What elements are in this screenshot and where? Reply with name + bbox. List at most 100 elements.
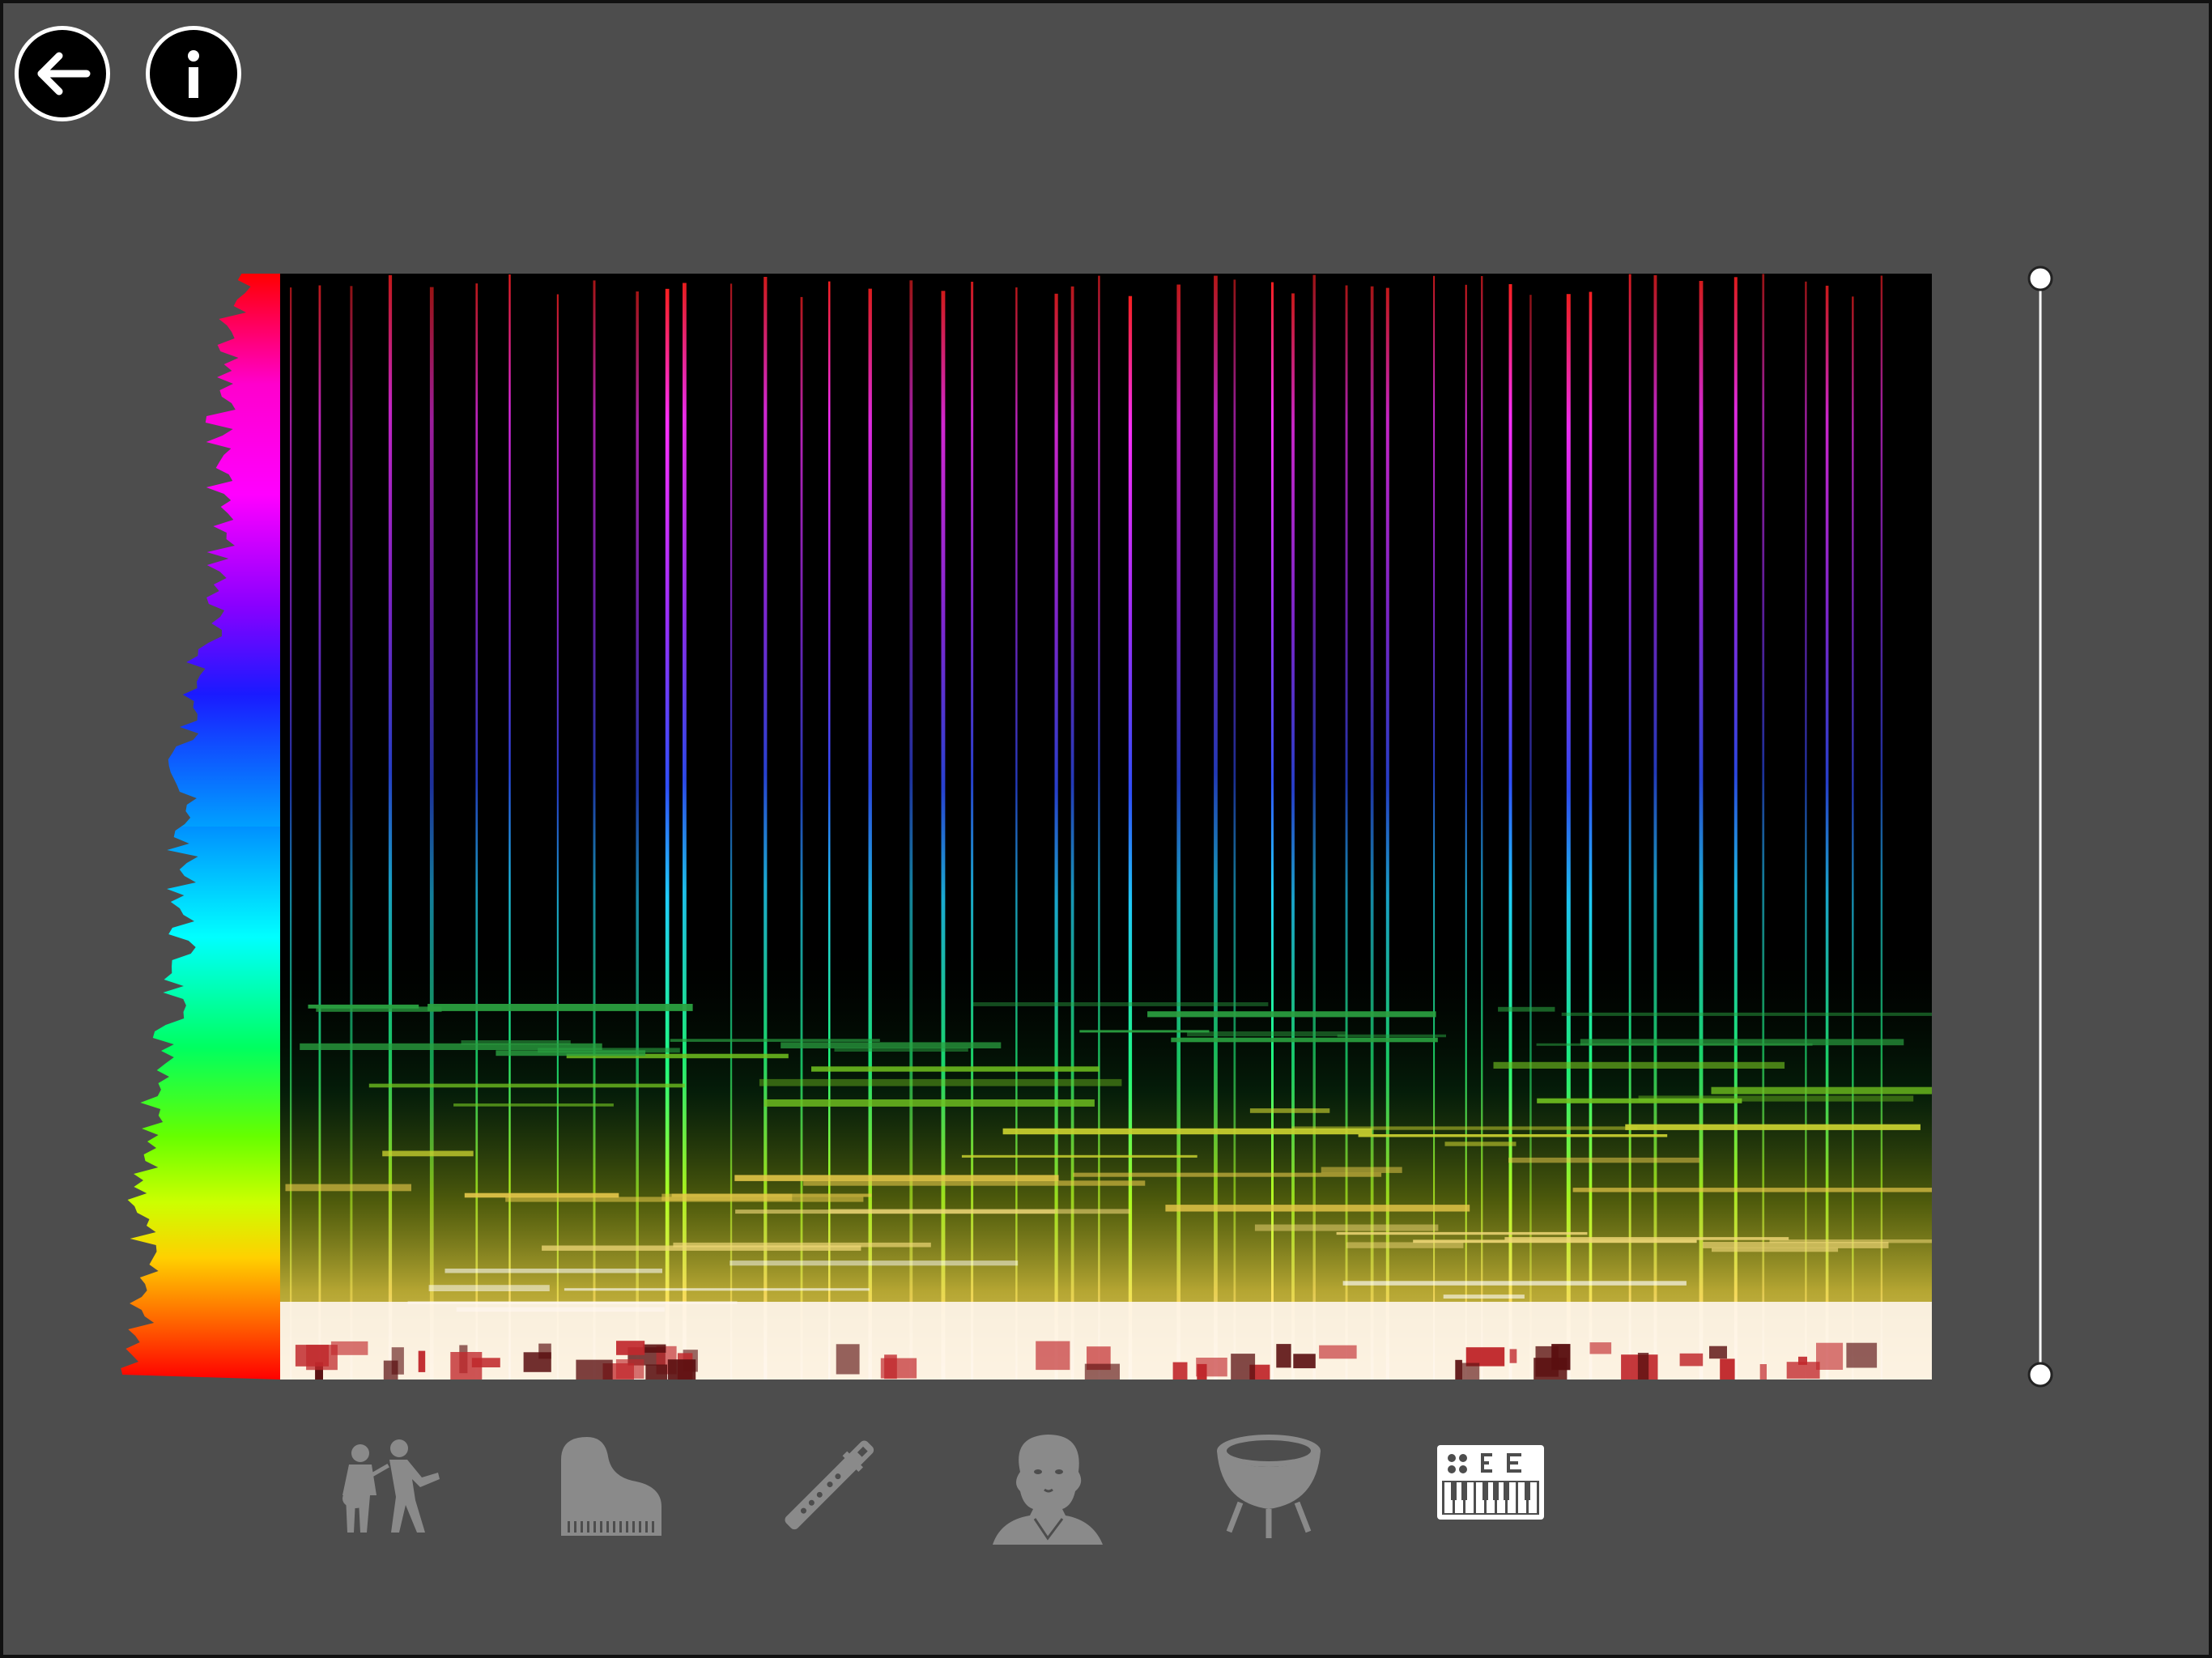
spectrogram-harmonic bbox=[542, 1245, 861, 1251]
spectrogram-transient bbox=[764, 277, 768, 1380]
spectrogram-harmonic bbox=[730, 1261, 1019, 1266]
spectrogram-bass-block bbox=[1455, 1359, 1462, 1380]
drum-button[interactable] bbox=[1208, 1425, 1329, 1546]
spectrogram-bass-block bbox=[1293, 1354, 1316, 1369]
spectrogram-harmonic bbox=[1249, 1108, 1330, 1113]
spectrogram-bass-block bbox=[667, 1359, 696, 1380]
spectrogram-harmonic bbox=[1171, 1037, 1438, 1043]
spectrogram-bass-block bbox=[576, 1359, 613, 1380]
spectrogram-bass-block bbox=[1461, 1363, 1480, 1380]
spectrogram-harmonic bbox=[1572, 1188, 1932, 1192]
spectrogram-bass-block bbox=[1172, 1362, 1188, 1380]
spectrogram-harmonic bbox=[734, 1175, 1059, 1181]
spectrogram-harmonic bbox=[1638, 1095, 1914, 1102]
spectrogram-bass-block bbox=[1709, 1346, 1727, 1359]
spectrogram-harmonic bbox=[1711, 1086, 1932, 1095]
spectrogram-bass-block bbox=[1816, 1342, 1844, 1370]
spectrogram-harmonic bbox=[670, 1039, 880, 1042]
spectrogram-harmonic bbox=[496, 1050, 646, 1056]
spectrogram-transient bbox=[1433, 275, 1436, 1380]
spectrogram-transient bbox=[1345, 285, 1348, 1380]
spectrogram-harmonic bbox=[759, 1078, 1122, 1086]
drum-icon bbox=[1217, 1435, 1321, 1538]
spectrogram-harmonic bbox=[834, 1048, 968, 1052]
spectrogram-bass-block bbox=[1846, 1342, 1878, 1368]
spectrogram-harmonic bbox=[428, 1285, 550, 1291]
spectrogram-bass-block bbox=[1720, 1358, 1735, 1380]
spectrogram-transient bbox=[1825, 285, 1829, 1380]
flute-icon bbox=[785, 1440, 874, 1530]
frequency-spectrum bbox=[121, 274, 280, 1380]
spectrogram-bass-block bbox=[615, 1359, 644, 1379]
spectrogram-transient bbox=[868, 288, 872, 1380]
spectrogram-harmonic bbox=[1413, 1239, 1697, 1244]
spectrogram-harmonic bbox=[464, 1192, 619, 1198]
spectrogram-bass-block bbox=[1589, 1342, 1612, 1354]
info-button[interactable] bbox=[146, 26, 241, 121]
spectrogram-transient bbox=[556, 294, 559, 1380]
spectrogram-transient bbox=[636, 291, 639, 1380]
spectrogram-harmonic bbox=[505, 1197, 864, 1202]
spectrogram-harmonic bbox=[461, 1040, 571, 1045]
spectrogram-bass-block bbox=[1036, 1341, 1070, 1371]
spectrogram-transient bbox=[665, 288, 670, 1380]
spectrogram-harmonic bbox=[1165, 1205, 1470, 1212]
spectrogram-harmonic bbox=[1536, 1043, 1813, 1046]
slider-bottom-handle[interactable] bbox=[2027, 1362, 2053, 1388]
spectrogram-bass-block bbox=[836, 1344, 860, 1375]
spectrogram-harmonic bbox=[1703, 1242, 1889, 1248]
spectrogram-harmonic bbox=[1358, 1134, 1668, 1137]
spectrogram-transient bbox=[593, 280, 596, 1380]
spectrogram-bass-block bbox=[616, 1341, 645, 1355]
spectrogram-transient bbox=[1699, 281, 1704, 1380]
spectrogram-harmonic bbox=[1561, 1012, 1932, 1016]
spectrogram-transient bbox=[1733, 277, 1738, 1380]
spectrogram-bass-block bbox=[1084, 1363, 1120, 1380]
spectrogram-harmonic bbox=[671, 1193, 872, 1197]
band-button[interactable] bbox=[324, 1425, 445, 1546]
spectrogram-harmonic bbox=[1337, 1034, 1446, 1038]
spectrogram-transient bbox=[1465, 284, 1467, 1380]
spectrogram-harmonic bbox=[803, 1180, 1146, 1186]
spectrogram-transient bbox=[1370, 286, 1374, 1380]
spectrogram-transient bbox=[909, 280, 913, 1380]
spectrogram-bass-block bbox=[391, 1347, 404, 1375]
spectrogram-transient bbox=[290, 287, 292, 1380]
piano-button[interactable] bbox=[551, 1425, 672, 1546]
spectrogram-bass-block bbox=[1679, 1353, 1704, 1367]
spectrogram-harmonic bbox=[1147, 1011, 1436, 1018]
spectrogram-harmonic bbox=[453, 1103, 614, 1107]
spectrogram-transient bbox=[1271, 282, 1274, 1380]
synth-button[interactable] bbox=[1430, 1425, 1551, 1546]
spectrogram-bass-block bbox=[884, 1354, 897, 1380]
spectrogram-transient bbox=[683, 283, 687, 1380]
slider-top-handle[interactable] bbox=[2027, 266, 2053, 291]
spectrogram-transient bbox=[1098, 275, 1100, 1380]
spectrogram-bass-block bbox=[418, 1350, 426, 1372]
back-button[interactable] bbox=[15, 26, 110, 121]
spectrogram-bass-block bbox=[1759, 1364, 1767, 1380]
spectrogram-transient bbox=[1128, 295, 1133, 1380]
spectrogram-harmonic bbox=[445, 1269, 662, 1273]
spectrogram-transient bbox=[1176, 284, 1180, 1380]
spectrogram-harmonic bbox=[1443, 1295, 1525, 1299]
spectrogram-harmonic bbox=[1493, 1061, 1785, 1069]
spectrogram-transient bbox=[475, 283, 479, 1380]
spectrogram-harmonic bbox=[285, 1184, 411, 1192]
spectrogram-transient bbox=[800, 296, 803, 1380]
spectrogram-harmonic bbox=[428, 1004, 693, 1011]
spectrogram-transient bbox=[1762, 274, 1765, 1380]
spectrogram-bass-block bbox=[1534, 1358, 1568, 1380]
spectrogram-transient bbox=[388, 274, 393, 1380]
frequency-range-slider[interactable] bbox=[2023, 264, 2058, 1389]
spectrogram-harmonic bbox=[1336, 1231, 1588, 1235]
spectrogram-transient bbox=[828, 281, 831, 1380]
grand-piano-icon bbox=[561, 1437, 661, 1536]
spectrogram-harmonic bbox=[1073, 1172, 1382, 1177]
flute-button[interactable] bbox=[769, 1425, 891, 1546]
classical-button[interactable] bbox=[988, 1425, 1109, 1546]
arrow-left-icon bbox=[37, 52, 91, 96]
spectrogram-harmonic bbox=[1002, 1128, 1372, 1135]
spectrogram-transient bbox=[1566, 294, 1571, 1380]
spectrogram-bass-block bbox=[645, 1364, 667, 1380]
